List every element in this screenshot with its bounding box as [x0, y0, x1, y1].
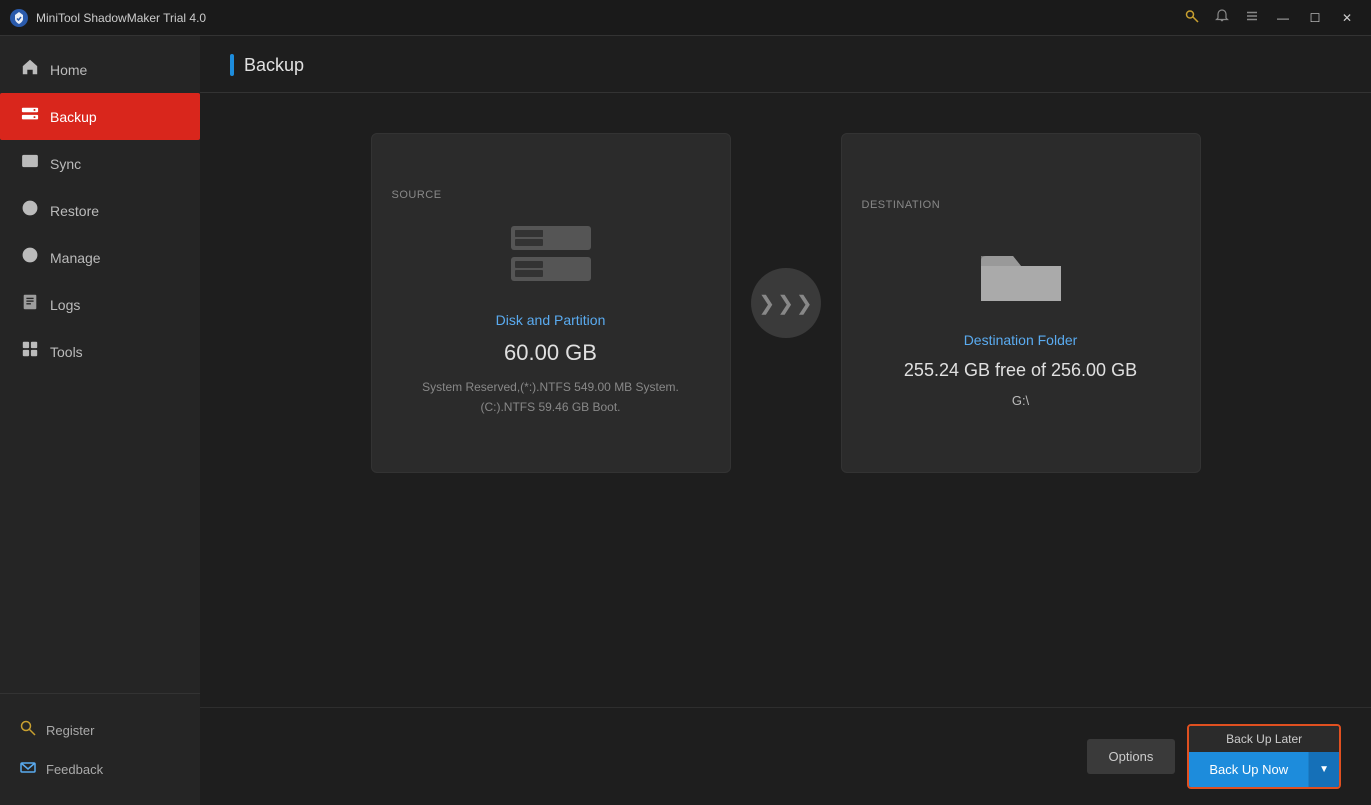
- source-card-size: 60.00 GB: [504, 340, 597, 366]
- page-header-accent: [230, 54, 234, 76]
- destination-card-title: Destination Folder: [964, 332, 1078, 348]
- minimize-button[interactable]: —: [1269, 4, 1297, 32]
- source-card-title: Disk and Partition: [496, 312, 606, 328]
- sidebar-item-restore[interactable]: Restore: [0, 187, 200, 234]
- arrow-connector: ❯❯❯: [751, 268, 821, 338]
- maximize-button[interactable]: ☐: [1301, 4, 1329, 32]
- back-up-now-dropdown-button[interactable]: ▼: [1308, 752, 1339, 787]
- destination-card-label: DESTINATION: [862, 199, 941, 211]
- arrow-chevrons: ❯❯❯: [758, 291, 812, 316]
- sidebar-label-manage: Manage: [50, 250, 101, 266]
- sidebar-label-tools: Tools: [50, 344, 83, 360]
- source-card-desc: System Reserved,(*:).NTFS 549.00 MB Syst…: [422, 378, 679, 416]
- sidebar-item-backup[interactable]: Backup: [0, 93, 200, 140]
- app-logo: [10, 9, 28, 27]
- source-card-label: SOURCE: [392, 189, 442, 201]
- main-content: Backup SOURCE: [200, 36, 1371, 805]
- sidebar-label-logs: Logs: [50, 297, 80, 313]
- sync-icon: [20, 152, 40, 175]
- back-up-now-row: Back Up Now ▼: [1189, 752, 1339, 787]
- sidebar-item-manage[interactable]: Manage: [0, 234, 200, 281]
- sidebar-bottom: Register Feedback: [0, 693, 200, 805]
- sidebar-item-register[interactable]: Register: [0, 710, 200, 750]
- logs-icon: [20, 293, 40, 316]
- register-icon: [20, 720, 36, 740]
- app-layout: Home Backup: [0, 36, 1371, 805]
- manage-icon: [20, 246, 40, 269]
- feedback-label: Feedback: [46, 762, 103, 777]
- sidebar-item-logs[interactable]: Logs: [0, 281, 200, 328]
- destination-free-space: 255.24 GB free of 256.00 GB: [904, 360, 1137, 381]
- sidebar-item-tools[interactable]: Tools: [0, 328, 200, 375]
- sidebar-label-backup: Backup: [50, 109, 97, 125]
- feedback-icon: [20, 760, 36, 779]
- sidebar-label-sync: Sync: [50, 156, 81, 172]
- sidebar-item-feedback[interactable]: Feedback: [0, 750, 200, 789]
- title-bar-controls: — ☐ ✕: [1179, 4, 1361, 32]
- register-label: Register: [46, 723, 94, 738]
- page-title: Backup: [244, 55, 304, 76]
- bell-icon[interactable]: [1209, 5, 1235, 30]
- sidebar-item-sync[interactable]: Sync: [0, 140, 200, 187]
- page-header: Backup: [200, 36, 1371, 93]
- destination-path: G:\: [1012, 393, 1029, 408]
- app-title: MiniTool ShadowMaker Trial 4.0: [36, 11, 1179, 25]
- backup-icon: [20, 105, 40, 128]
- bottom-bar: Options Back Up Later Back Up Now ▼: [200, 707, 1371, 805]
- options-button[interactable]: Options: [1087, 739, 1176, 774]
- disk-icon: [501, 221, 601, 296]
- destination-card[interactable]: DESTINATION Destination Folder 255.24 GB…: [841, 133, 1201, 473]
- title-bar: MiniTool ShadowMaker Trial 4.0 — ☐ ✕: [0, 0, 1371, 36]
- cards-row: SOURCE: [260, 133, 1311, 473]
- hamburger-icon[interactable]: [1239, 5, 1265, 30]
- folder-icon: [971, 231, 1071, 316]
- sidebar-label-home: Home: [50, 62, 87, 78]
- sidebar-label-restore: Restore: [50, 203, 99, 219]
- sidebar-nav: Home Backup: [0, 36, 200, 693]
- restore-icon: [20, 199, 40, 222]
- backup-button-group: Back Up Later Back Up Now ▼: [1187, 724, 1341, 789]
- back-up-later-button[interactable]: Back Up Later: [1189, 726, 1339, 752]
- backup-area: SOURCE: [200, 93, 1371, 707]
- close-button[interactable]: ✕: [1333, 4, 1361, 32]
- source-card[interactable]: SOURCE: [371, 133, 731, 473]
- sidebar-item-home[interactable]: Home: [0, 46, 200, 93]
- back-up-now-button[interactable]: Back Up Now: [1189, 752, 1308, 787]
- tools-icon: [20, 340, 40, 363]
- sidebar: Home Backup: [0, 36, 200, 805]
- key-icon[interactable]: [1179, 5, 1205, 30]
- home-icon: [20, 58, 40, 81]
